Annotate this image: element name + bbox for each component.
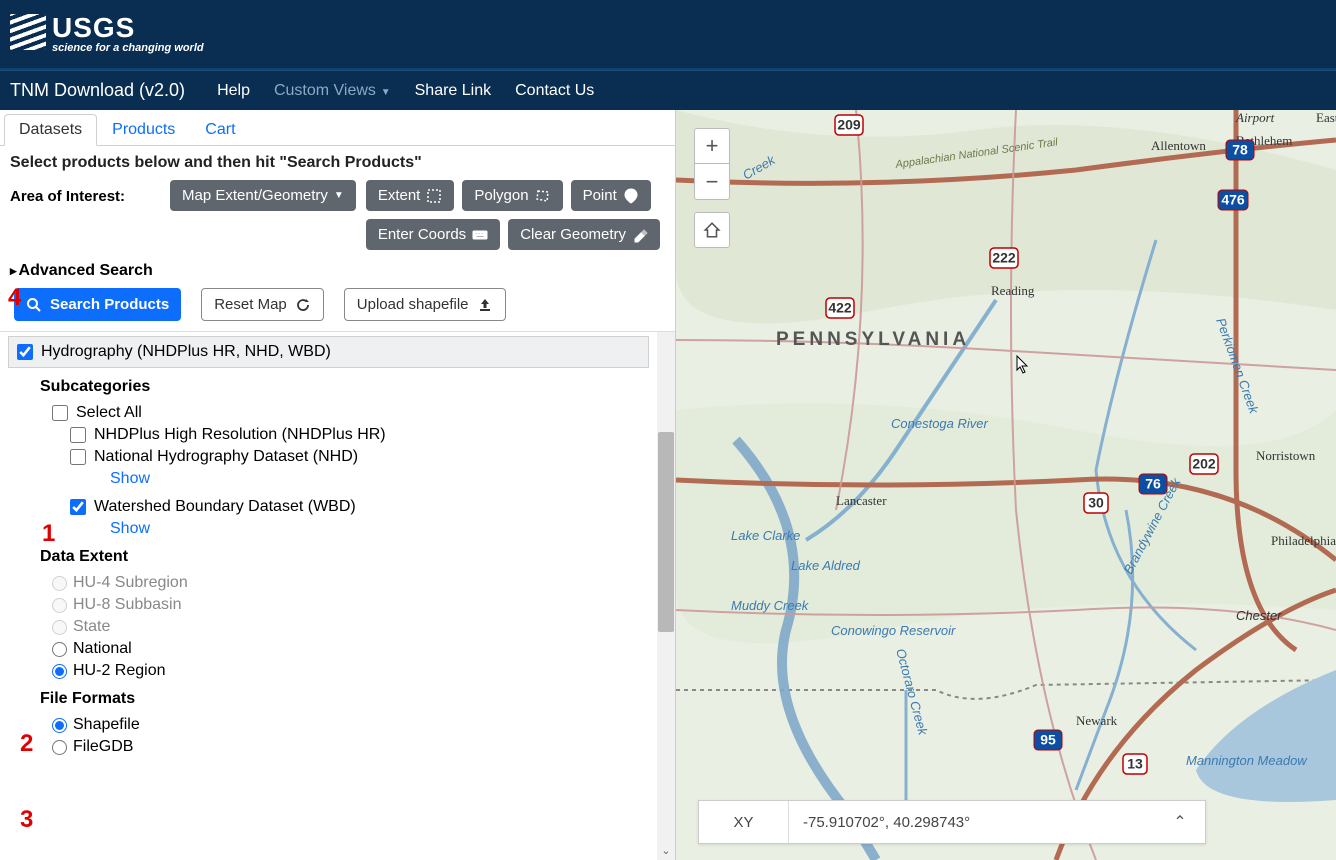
data-extent-heading: Data Extent [40,548,629,566]
xy-label[interactable]: XY [699,801,789,843]
dataset-hydrography-checkbox[interactable] [17,344,33,360]
tab-products[interactable]: Products [97,114,190,145]
left-panel: Datasets Products Cart Select products b… [0,110,676,860]
hu8-radio [52,598,67,613]
zoom-out-button[interactable]: − [694,164,730,200]
nav-custom-views[interactable]: Custom Views ▼ [274,82,391,100]
point-icon [623,188,639,204]
map-view[interactable]: PENNSYLVANIA Reading Lancaster Bethlehem… [676,110,1336,860]
coordinate-value: -75.910702°, 40.298743° [789,814,1155,831]
extent-button[interactable]: Extent [366,180,455,211]
polygon-icon [535,188,551,204]
upload-icon [477,297,493,313]
caret-down-icon: ▼ [334,190,344,201]
nav-contact-us[interactable]: Contact Us [515,82,594,100]
refresh-icon [295,297,311,313]
logo-tagline: science for a changing world [52,42,204,54]
scrollbar[interactable]: ⌄ [657,332,675,860]
hu2-radio[interactable] [52,664,67,679]
app-title: TNM Download (v2.0) [10,80,185,101]
keyboard-icon [472,227,488,243]
wbd-checkbox[interactable] [70,499,86,515]
cursor-icon [1016,355,1030,375]
nhdplus-checkbox[interactable] [70,427,86,443]
eraser-icon [632,227,648,243]
clear-geometry-button[interactable]: Clear Geometry [508,219,660,250]
dataset-hydrography[interactable]: Hydrography (NHDPlus HR, NHD, WBD) [8,336,649,368]
caret-down-icon: ▼ [378,87,391,98]
polygon-button[interactable]: Polygon [462,180,562,211]
subcategories-heading: Subcategories [40,378,629,396]
file-formats-heading: File Formats [40,690,629,708]
advanced-search-toggle[interactable]: Advanced Search [0,256,675,282]
nav-custom-label: Custom Views [274,82,376,99]
extent-icon [426,188,442,204]
reset-map-button[interactable]: Reset Map [201,288,324,321]
expand-coord-icon[interactable]: ⌃ [1155,812,1205,832]
usgs-logo: USGS science for a changing world [10,14,204,54]
state-radio [52,620,67,635]
show-link-wbd[interactable]: Show [110,520,629,538]
shapefile-radio[interactable] [52,718,67,733]
national-radio[interactable] [52,642,67,657]
instruction-text: Select products below and then hit "Sear… [0,146,675,176]
scroll-thumb[interactable] [658,432,674,632]
usgs-wave-icon [10,14,46,50]
search-icon [26,297,42,313]
map-extent-label: Map Extent/Geometry [182,187,328,204]
select-all-checkbox[interactable] [52,405,68,421]
logo-text: USGS [52,14,204,42]
nhd-checkbox[interactable] [70,449,86,465]
search-products-button[interactable]: Search Products [14,288,181,321]
hu4-radio [52,576,67,591]
tab-bar: Datasets Products Cart [0,110,675,146]
point-button[interactable]: Point [571,180,651,211]
dataset-list: Hydrography (NHDPlus HR, NHD, WBD) Subca… [0,331,675,860]
upload-shapefile-button[interactable]: Upload shapefile [344,288,506,321]
nav-help[interactable]: Help [217,82,250,100]
show-link-nhd[interactable]: Show [110,470,629,488]
usgs-banner: USGS science for a changing world [0,0,1336,70]
main-nav: TNM Download (v2.0) Help Custom Views ▼ … [0,70,1336,110]
tab-datasets[interactable]: Datasets [4,114,97,146]
basemap [676,110,1336,860]
filegdb-radio[interactable] [52,740,67,755]
zoom-in-button[interactable]: + [694,128,730,164]
map-extent-dropdown[interactable]: Map Extent/Geometry ▼ [170,180,356,211]
scroll-down-icon[interactable]: ⌄ [657,842,675,860]
tab-cart[interactable]: Cart [190,114,250,145]
nav-share-link[interactable]: Share Link [415,82,492,100]
coordinate-bar: XY -75.910702°, 40.298743° ⌃ [698,800,1206,844]
home-extent-button[interactable] [694,212,730,248]
enter-coords-button[interactable]: Enter Coords [366,219,500,250]
aoi-label: Area of Interest: [10,180,160,205]
home-icon [703,221,721,239]
